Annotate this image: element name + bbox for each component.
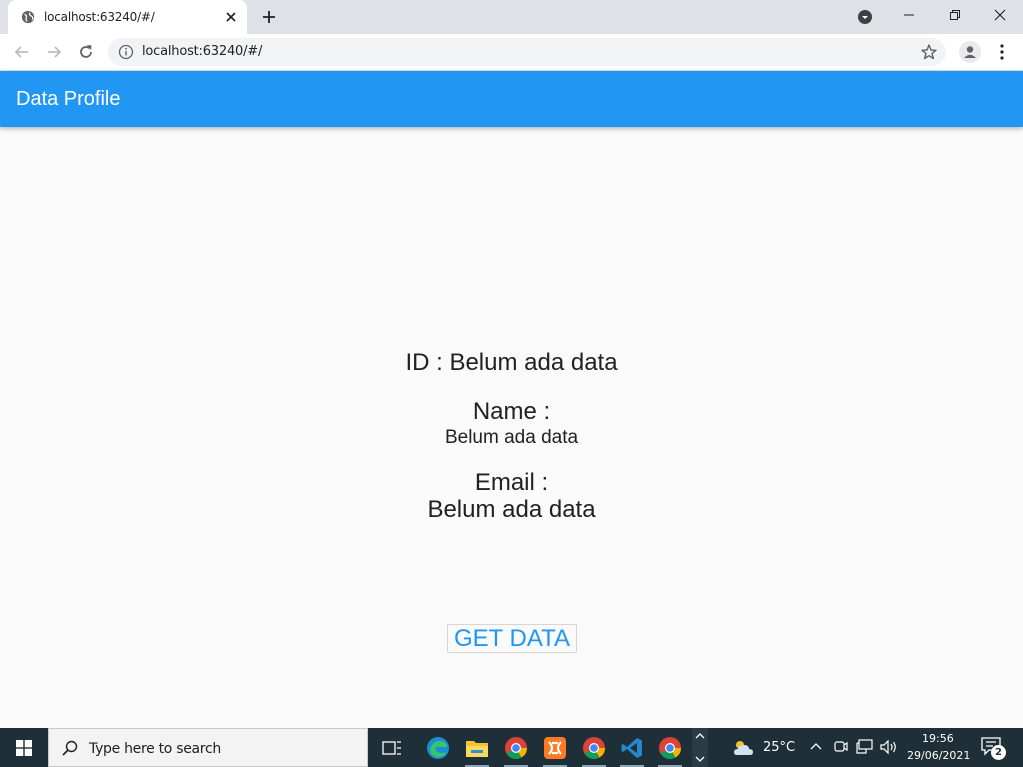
chevron-up-down-icon	[695, 733, 705, 762]
profile-avatar-icon[interactable]	[959, 41, 981, 63]
app-bar: Data Profile	[0, 71, 1023, 127]
weather-cloud-icon[interactable]	[732, 739, 754, 757]
browser-tab[interactable]: localhost:63240/#/	[8, 0, 247, 34]
globe-icon	[21, 10, 35, 24]
url-text: localhost:63240/#/	[142, 44, 263, 59]
xampp-icon	[544, 737, 566, 759]
task-view-button[interactable]	[378, 734, 406, 762]
search-placeholder: Type here to search	[89, 741, 221, 757]
windows-logo-icon	[16, 739, 32, 756]
windows-taskbar: Type here to search 25°C 19:56 29/06/202…	[0, 728, 1023, 767]
clock-time[interactable]: 19:56	[922, 732, 954, 745]
app-bar-title: Data Profile	[16, 88, 121, 110]
taskbar-app-file-explorer[interactable]	[463, 734, 491, 767]
name-label: Name :	[472, 398, 551, 425]
chevron-up-icon[interactable]	[810, 741, 822, 753]
taskbar-scroll[interactable]	[692, 728, 708, 767]
taskbar-search[interactable]: Type here to search	[48, 728, 368, 767]
info-icon[interactable]	[118, 44, 134, 60]
meet-now-icon[interactable]	[834, 739, 848, 755]
tab-title: localhost:63240/#/	[44, 10, 155, 24]
forward-arrow-icon[interactable]	[44, 42, 64, 62]
taskbar-app-edge[interactable]	[424, 734, 452, 762]
email-value: Belum ada data	[427, 496, 596, 523]
restore-icon	[950, 10, 960, 20]
network-icon[interactable]	[856, 739, 874, 755]
notification-center-button[interactable]: 2	[980, 736, 1010, 762]
folder-icon	[466, 741, 488, 757]
address-bar[interactable]: localhost:63240/#/	[108, 38, 946, 66]
taskbar-app-chrome-2[interactable]	[580, 734, 608, 767]
browser-tab-strip: localhost:63240/#/	[0, 0, 1023, 34]
vscode-icon	[621, 738, 642, 758]
browser-toolbar: localhost:63240/#/	[0, 34, 1023, 71]
back-arrow-icon[interactable]	[12, 42, 32, 62]
menu-dots-icon[interactable]	[992, 42, 1012, 62]
notification-count-badge: 2	[991, 745, 1006, 760]
tab-search-icon[interactable]	[857, 9, 873, 25]
taskbar-app-chrome-3[interactable]	[656, 734, 684, 767]
weather-temperature[interactable]: 25°C	[763, 740, 795, 755]
volume-icon[interactable]	[880, 739, 898, 755]
taskbar-app-vscode[interactable]	[618, 734, 646, 767]
taskbar-app-chrome-1[interactable]	[502, 734, 530, 767]
close-icon	[994, 9, 1006, 21]
name-value: Belum ada data	[444, 427, 579, 448]
get-data-button[interactable]: GET DATA	[447, 624, 577, 653]
minimize-button[interactable]	[886, 0, 932, 30]
taskbar-app-xampp[interactable]	[541, 734, 569, 767]
search-icon	[62, 740, 78, 756]
close-icon[interactable]	[223, 9, 239, 25]
minimize-icon	[904, 14, 914, 16]
reload-icon[interactable]	[76, 42, 96, 62]
window-close-button[interactable]	[977, 0, 1023, 30]
edge-icon	[427, 737, 449, 759]
task-view-icon	[382, 741, 401, 755]
chrome-icon	[505, 737, 527, 759]
new-tab-icon[interactable]	[260, 8, 278, 26]
chrome-icon	[659, 737, 681, 759]
bookmark-star-icon[interactable]	[920, 43, 938, 61]
person-icon	[964, 46, 976, 58]
email-label: Email :	[474, 469, 549, 496]
start-button[interactable]	[0, 728, 48, 767]
profile-content: ID : Belum ada data Name : Belum ada dat…	[0, 127, 1023, 728]
restore-button[interactable]	[932, 0, 978, 30]
clock-date[interactable]: 29/06/2021	[907, 749, 970, 762]
id-line: ID : Belum ada data	[405, 349, 618, 376]
chrome-icon	[583, 737, 605, 759]
